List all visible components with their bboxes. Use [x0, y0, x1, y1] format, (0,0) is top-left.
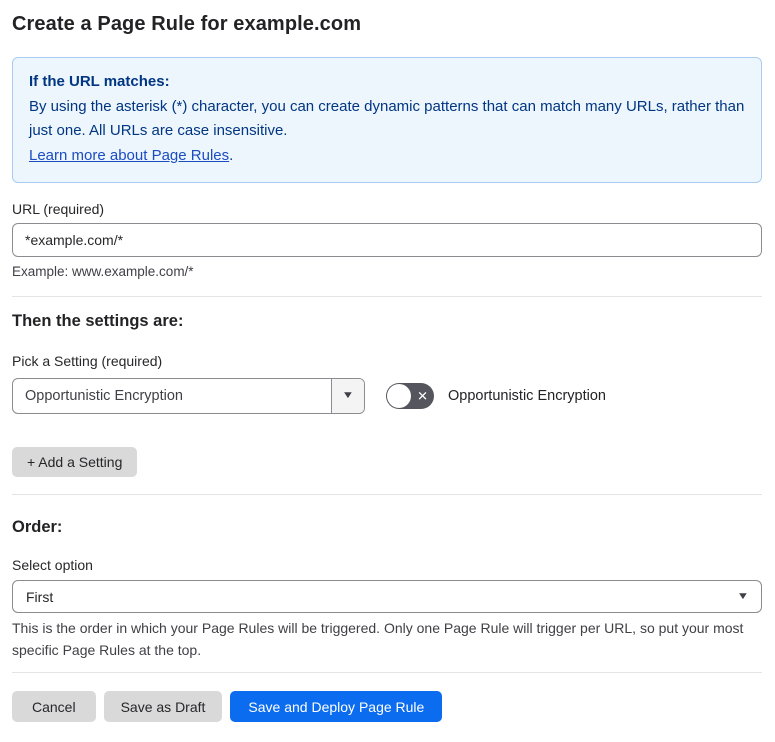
info-box-body: By using the asterisk (*) character, you… [29, 97, 745, 140]
add-setting-button[interactable]: + Add a Setting [12, 447, 138, 477]
learn-more-link[interactable]: Learn more about Page Rules [29, 147, 229, 164]
order-select-value: First [26, 588, 54, 605]
setting-select[interactable]: Opportunistic Encryption ▼ [12, 378, 365, 414]
save-deploy-button[interactable]: Save and Deploy Page Rule [230, 691, 443, 722]
setting-select-arrow-segment[interactable]: ▼ [331, 379, 364, 413]
section-divider [12, 296, 762, 297]
chevron-down-icon: ▼ [736, 590, 750, 602]
footer-actions: Cancel Save as Draft Save and Deploy Pag… [12, 691, 762, 722]
url-input[interactable] [12, 223, 762, 257]
page-title: Create a Page Rule for example.com [12, 13, 362, 35]
footer-divider [12, 672, 762, 673]
url-field-label: URL (required) [12, 201, 105, 217]
link-period: . [229, 146, 234, 164]
opportunistic-encryption-toggle[interactable]: ✕ [386, 383, 434, 409]
info-box-heading: If the URL matches: [29, 73, 170, 90]
toggle-label: Opportunistic Encryption [448, 388, 606, 404]
url-matches-info-box: If the URL matches: By using the asteris… [12, 57, 762, 183]
page-rule-form: Create a Page Rule for example.com If th… [0, 0, 775, 742]
settings-section-heading: Then the settings are: [12, 312, 184, 330]
save-draft-button[interactable]: Save as Draft [103, 691, 223, 722]
toggle-group: ✕ Opportunistic Encryption [386, 383, 606, 409]
setting-select-value: Opportunistic Encryption [25, 388, 183, 404]
setting-row: Opportunistic Encryption ▼ ✕ Opportunist… [12, 378, 762, 414]
cancel-button[interactable]: Cancel [12, 691, 96, 722]
order-select[interactable]: First ▼ [12, 580, 762, 613]
toggle-knob [387, 384, 411, 408]
url-example-text: Example: www.example.com/* [12, 264, 194, 279]
order-help-text: This is the order in which your Page Rul… [12, 620, 744, 658]
chevron-down-icon: ▼ [341, 390, 355, 401]
pick-setting-label: Pick a Setting (required) [12, 353, 163, 369]
order-select-label: Select option [12, 557, 93, 573]
x-icon: ✕ [417, 388, 428, 404]
info-box-link-line: Learn more about Page Rules. [29, 144, 745, 169]
section-divider [12, 494, 762, 495]
order-section-heading: Order: [12, 518, 63, 536]
